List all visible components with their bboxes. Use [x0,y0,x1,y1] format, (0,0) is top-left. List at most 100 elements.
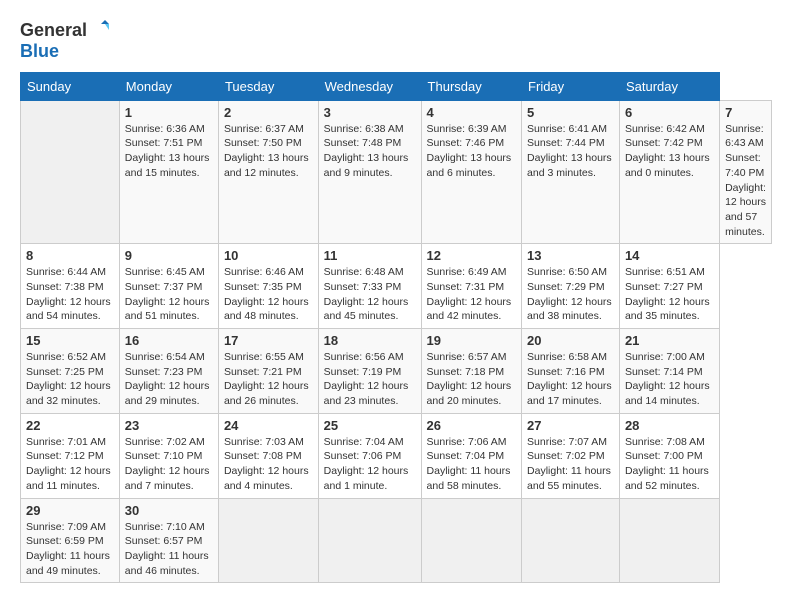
day-number: 12 [427,248,517,263]
calendar-cell [21,100,120,244]
day-number: 19 [427,333,517,348]
cell-content: Sunrise: 7:02 AM Sunset: 7:10 PM Dayligh… [125,435,213,494]
cell-content: Sunrise: 6:45 AM Sunset: 7:37 PM Dayligh… [125,265,213,324]
day-number: 22 [26,418,114,433]
calendar-cell: 17 Sunrise: 6:55 AM Sunset: 7:21 PM Dayli… [218,329,318,414]
week-row-4: 22Sunrise: 7:01 AM Sunset: 7:12 PM Dayli… [21,413,772,498]
cell-content: Sunrise: 6:36 AM Sunset: 7:51 PM Dayligh… [125,122,213,181]
cell-content: Sunrise: 7:08 AM Sunset: 7:00 PM Dayligh… [625,435,714,494]
day-number: 11 [324,248,416,263]
calendar-cell [619,498,719,583]
cell-content: Sunrise: 6:58 AM Sunset: 7:16 PM Dayligh… [527,350,614,409]
day-number: 30 [125,503,213,518]
calendar-cell: 28 Sunrise: 7:08 AM Sunset: 7:00 PM Dayli… [619,413,719,498]
cell-content: Sunrise: 6:46 AM Sunset: 7:35 PM Dayligh… [224,265,313,324]
cell-content: Sunrise: 6:43 AM Sunset: 7:40 PM Dayligh… [725,122,766,240]
cell-content: Sunrise: 7:04 AM Sunset: 7:06 PM Dayligh… [324,435,416,494]
logo-bird-icon [89,20,111,42]
calendar-cell: 27 Sunrise: 7:07 AM Sunset: 7:02 PM Dayli… [522,413,620,498]
day-number: 5 [527,105,614,120]
cell-content: Sunrise: 6:56 AM Sunset: 7:19 PM Dayligh… [324,350,416,409]
day-number: 9 [125,248,213,263]
calendar-cell: 15 Sunrise: 6:52 AM Sunset: 7:25 PM Dayli… [21,329,120,414]
calendar-cell: 12 Sunrise: 6:49 AM Sunset: 7:31 PM Dayli… [421,244,522,329]
week-row-5: 29Sunrise: 7:09 AM Sunset: 6:59 PM Dayli… [21,498,772,583]
column-header-thursday: Thursday [421,72,522,100]
calendar-cell: 11 Sunrise: 6:48 AM Sunset: 7:33 PM Dayli… [318,244,421,329]
day-number: 17 [224,333,313,348]
page-header: General Blue [20,20,772,62]
calendar-cell: 13 Sunrise: 6:50 AM Sunset: 7:29 PM Dayli… [522,244,620,329]
day-number: 27 [527,418,614,433]
cell-content: Sunrise: 7:03 AM Sunset: 7:08 PM Dayligh… [224,435,313,494]
calendar-cell: 8 Sunrise: 6:44 AM Sunset: 7:38 PM Daylig… [21,244,120,329]
day-number: 15 [26,333,114,348]
calendar-cell: 3 Sunrise: 6:38 AM Sunset: 7:48 PM Daylig… [318,100,421,244]
cell-content: Sunrise: 6:39 AM Sunset: 7:46 PM Dayligh… [427,122,517,181]
calendar-cell: 26 Sunrise: 7:06 AM Sunset: 7:04 PM Dayli… [421,413,522,498]
calendar-cell: 6 Sunrise: 6:42 AM Sunset: 7:42 PM Daylig… [619,100,719,244]
week-row-1: 1 Sunrise: 6:36 AM Sunset: 7:51 PM Daylig… [21,100,772,244]
calendar-cell [218,498,318,583]
cell-content: Sunrise: 7:07 AM Sunset: 7:02 PM Dayligh… [527,435,614,494]
day-number: 20 [527,333,614,348]
column-header-sunday: Sunday [21,72,120,100]
logo-blue: Blue [20,41,59,61]
calendar-body: 1 Sunrise: 6:36 AM Sunset: 7:51 PM Daylig… [21,100,772,583]
logo-container: General Blue [20,20,111,62]
logo-general: General [20,21,87,41]
day-number: 8 [26,248,114,263]
cell-content: Sunrise: 6:50 AM Sunset: 7:29 PM Dayligh… [527,265,614,324]
cell-content: Sunrise: 6:38 AM Sunset: 7:48 PM Dayligh… [324,122,416,181]
day-number: 21 [625,333,714,348]
cell-content: Sunrise: 6:48 AM Sunset: 7:33 PM Dayligh… [324,265,416,324]
calendar-cell: 5 Sunrise: 6:41 AM Sunset: 7:44 PM Daylig… [522,100,620,244]
day-number: 3 [324,105,416,120]
day-number: 25 [324,418,416,433]
day-number: 1 [125,105,213,120]
cell-content: Sunrise: 6:49 AM Sunset: 7:31 PM Dayligh… [427,265,517,324]
day-number: 14 [625,248,714,263]
day-number: 6 [625,105,714,120]
day-number: 13 [527,248,614,263]
day-number: 26 [427,418,517,433]
day-number: 28 [625,418,714,433]
calendar-cell: 24 Sunrise: 7:03 AM Sunset: 7:08 PM Dayli… [218,413,318,498]
calendar-cell: 9 Sunrise: 6:45 AM Sunset: 7:37 PM Daylig… [119,244,218,329]
calendar-cell [318,498,421,583]
calendar-cell: 29Sunrise: 7:09 AM Sunset: 6:59 PM Dayli… [21,498,120,583]
cell-content: Sunrise: 6:54 AM Sunset: 7:23 PM Dayligh… [125,350,213,409]
cell-content: Sunrise: 6:42 AM Sunset: 7:42 PM Dayligh… [625,122,714,181]
cell-content: Sunrise: 7:00 AM Sunset: 7:14 PM Dayligh… [625,350,714,409]
day-number: 10 [224,248,313,263]
calendar-cell: 20 Sunrise: 6:58 AM Sunset: 7:16 PM Dayli… [522,329,620,414]
cell-content: Sunrise: 7:06 AM Sunset: 7:04 PM Dayligh… [427,435,517,494]
column-header-tuesday: Tuesday [218,72,318,100]
day-number: 24 [224,418,313,433]
cell-content: Sunrise: 6:44 AM Sunset: 7:38 PM Dayligh… [26,265,114,324]
day-number: 4 [427,105,517,120]
column-header-wednesday: Wednesday [318,72,421,100]
week-row-2: 8 Sunrise: 6:44 AM Sunset: 7:38 PM Daylig… [21,244,772,329]
day-number: 29 [26,503,114,518]
cell-content: Sunrise: 6:57 AM Sunset: 7:18 PM Dayligh… [427,350,517,409]
day-number: 16 [125,333,213,348]
calendar-table: SundayMondayTuesdayWednesdayThursdayFrid… [20,72,772,584]
calendar-cell: 19 Sunrise: 6:57 AM Sunset: 7:18 PM Dayli… [421,329,522,414]
column-header-monday: Monday [119,72,218,100]
calendar-cell: 7Sunrise: 6:43 AM Sunset: 7:40 PM Daylig… [720,100,772,244]
cell-content: Sunrise: 6:52 AM Sunset: 7:25 PM Dayligh… [26,350,114,409]
cell-content: Sunrise: 6:37 AM Sunset: 7:50 PM Dayligh… [224,122,313,181]
calendar-cell: 25 Sunrise: 7:04 AM Sunset: 7:06 PM Dayli… [318,413,421,498]
calendar-cell: 2 Sunrise: 6:37 AM Sunset: 7:50 PM Daylig… [218,100,318,244]
day-number: 2 [224,105,313,120]
cell-content: Sunrise: 6:41 AM Sunset: 7:44 PM Dayligh… [527,122,614,181]
column-header-friday: Friday [522,72,620,100]
calendar-cell: 4 Sunrise: 6:39 AM Sunset: 7:46 PM Daylig… [421,100,522,244]
calendar-header-row: SundayMondayTuesdayWednesdayThursdayFrid… [21,72,772,100]
day-number: 23 [125,418,213,433]
calendar-cell [522,498,620,583]
cell-content: Sunrise: 6:55 AM Sunset: 7:21 PM Dayligh… [224,350,313,409]
column-header-saturday: Saturday [619,72,719,100]
calendar-cell: 10 Sunrise: 6:46 AM Sunset: 7:35 PM Dayli… [218,244,318,329]
